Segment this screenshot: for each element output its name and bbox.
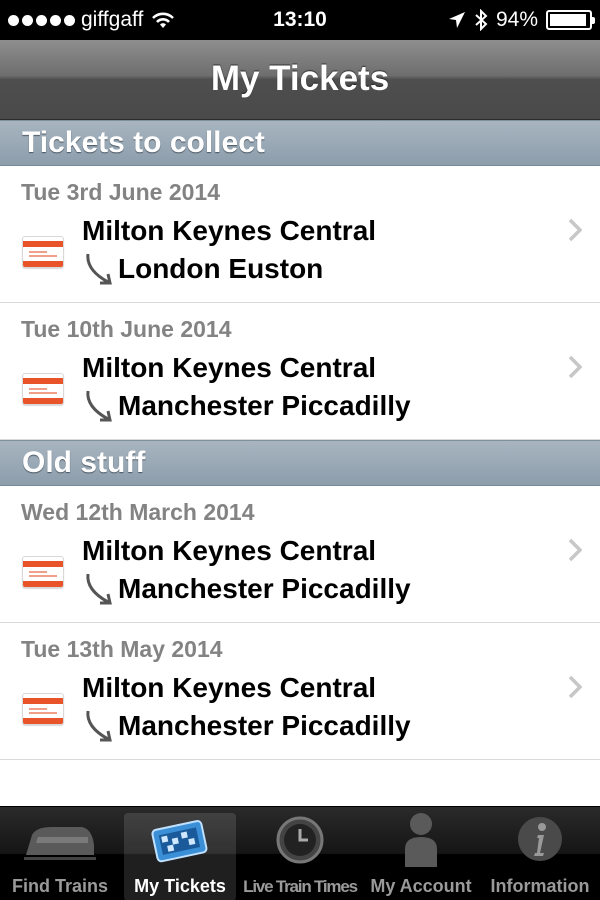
chevron-right-icon xyxy=(568,675,582,699)
battery-icon xyxy=(546,10,595,30)
ticket-destination: Manchester Piccadilly xyxy=(118,573,411,604)
ticket-row[interactable]: Tue 10th June 2014 Milton Keynes Central… xyxy=(0,303,600,440)
status-right: 94% xyxy=(448,0,595,40)
ticket-date: Tue 10th June 2014 xyxy=(21,316,232,342)
train-icon xyxy=(24,827,96,860)
ticket-destination: Manchester Piccadilly xyxy=(118,390,411,421)
tab-bar: Find Trains My Tickets Live Train Times xyxy=(0,806,600,900)
ticket-date: Tue 3rd June 2014 xyxy=(21,179,220,205)
ticket-destination: Manchester Piccadilly xyxy=(118,710,411,741)
bluetooth-icon xyxy=(475,9,488,31)
route-arrow-icon xyxy=(86,710,112,742)
route-arrow-icon xyxy=(86,573,112,605)
tab-information[interactable]: Information xyxy=(480,807,600,900)
ticket-row[interactable]: Wed 12th March 2014 Milton Keynes Centra… xyxy=(0,486,600,623)
person-icon xyxy=(405,813,437,867)
ticket-origin: Milton Keynes Central xyxy=(82,215,377,246)
ticket-origin: Milton Keynes Central xyxy=(82,352,377,383)
tab-live-train-times[interactable]: Live Train Times xyxy=(240,807,360,900)
chevron-right-icon xyxy=(568,355,582,379)
ticket-icon xyxy=(22,373,64,405)
navigation-bar: My Tickets xyxy=(0,40,600,120)
ticket-row[interactable]: Tue 3rd June 2014 Milton Keynes Central … xyxy=(0,166,600,303)
page-title: My Tickets xyxy=(210,59,390,98)
ticket-destination: London Euston xyxy=(118,253,324,284)
tab-label: Live Train Times xyxy=(243,877,358,896)
route-arrow-icon xyxy=(86,390,112,422)
tab-label: My Account xyxy=(370,876,472,896)
tab-label: My Tickets xyxy=(134,876,226,896)
ticket-origin: Milton Keynes Central xyxy=(82,535,377,566)
ticket-origin: Milton Keynes Central xyxy=(82,672,377,703)
section-header-tickets-to-collect: Tickets to collect xyxy=(0,120,600,166)
tab-label: Information xyxy=(490,876,590,896)
status-bar: giffgaff 13:10 94% xyxy=(0,0,600,40)
tickets-icon xyxy=(151,820,208,863)
route-arrow-icon xyxy=(86,253,112,285)
ticket-row[interactable]: Tue 13th May 2014 Milton Keynes Central … xyxy=(0,623,600,760)
ticket-date: Tue 13th May 2014 xyxy=(21,636,223,662)
chevron-right-icon xyxy=(568,218,582,242)
clock-icon xyxy=(276,816,324,864)
ticket-icon xyxy=(22,236,64,268)
info-icon xyxy=(518,817,562,861)
battery-percent: 94% xyxy=(495,8,538,31)
section-header-old-stuff: Old stuff xyxy=(0,440,600,486)
ticket-icon xyxy=(22,693,64,725)
tab-my-tickets[interactable]: My Tickets xyxy=(124,813,236,900)
tab-label: Find Trains xyxy=(11,876,108,896)
chevron-right-icon xyxy=(568,538,582,562)
tab-find-trains[interactable]: Find Trains xyxy=(0,807,120,900)
battery-level xyxy=(550,14,586,26)
location-arrow-icon xyxy=(448,12,465,28)
tab-my-account[interactable]: My Account xyxy=(362,807,480,900)
ticket-icon xyxy=(22,556,64,588)
ticket-date: Wed 12th March 2014 xyxy=(21,499,255,525)
